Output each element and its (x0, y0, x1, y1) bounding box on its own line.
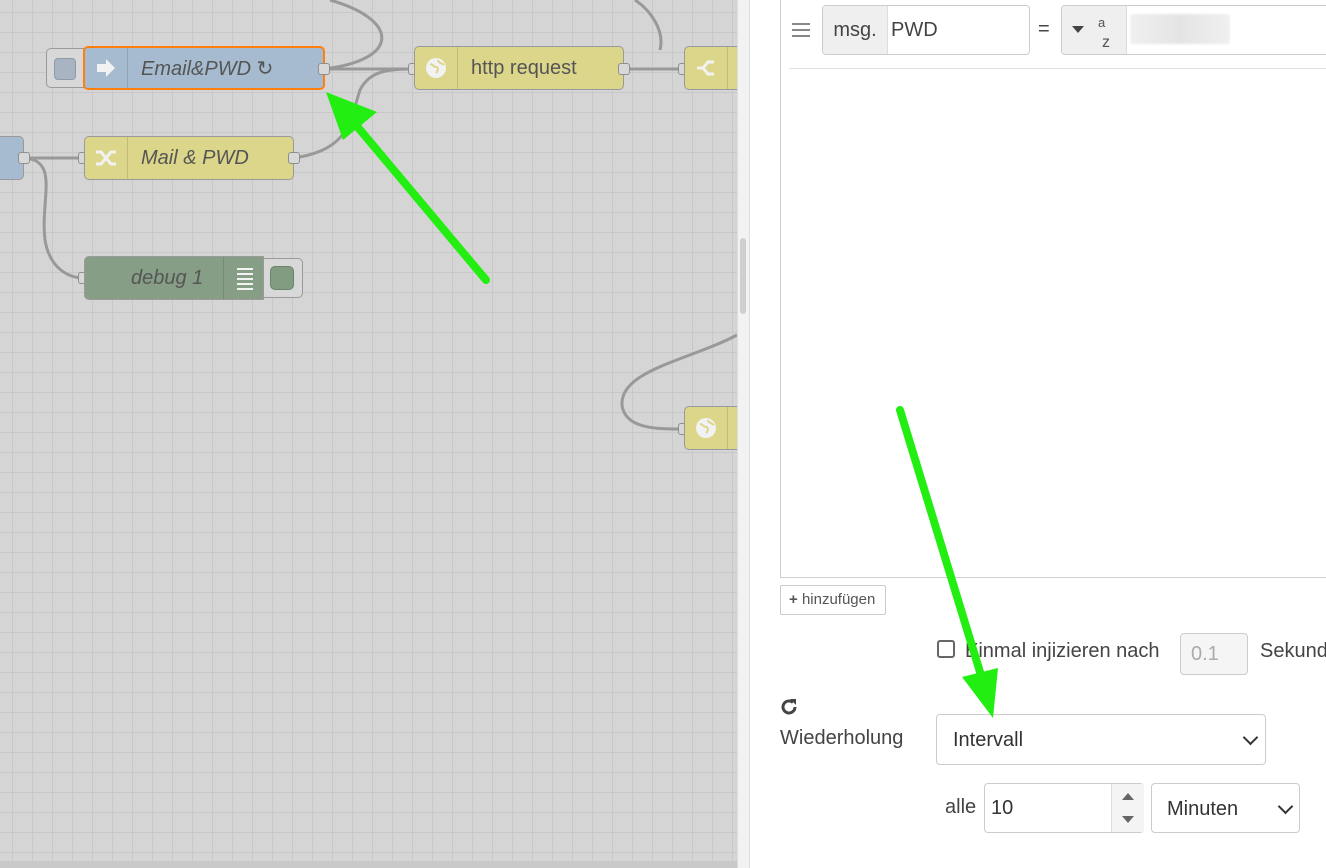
spin-down-icon[interactable] (1122, 816, 1134, 823)
property-value-field[interactable]: az (1061, 5, 1326, 55)
chevron-down-icon (1277, 798, 1294, 815)
switch-node[interactable] (684, 46, 737, 90)
spin-up-icon[interactable] (1122, 793, 1134, 800)
plus-icon: + (789, 591, 798, 608)
wire-inject-top (323, 0, 384, 71)
repeat-label: Wiederholung (780, 727, 904, 749)
interval-value-input[interactable]: 10 (984, 783, 1144, 833)
interval-unit-select[interactable]: Minuten (1151, 783, 1300, 833)
http-request-node[interactable]: http request (414, 46, 624, 90)
globe-icon (685, 407, 728, 449)
output-port[interactable] (18, 152, 30, 164)
interval-unit-value: Minuten (1167, 798, 1239, 820)
inject-once-checkbox[interactable] (937, 640, 955, 658)
add-property-button[interactable]: + hinzufügen (780, 585, 886, 615)
list-icon (223, 257, 266, 299)
debug-toggle-button[interactable] (263, 258, 303, 298)
interval-value: 10 (991, 797, 1014, 819)
msg-prefix-label[interactable]: msg. (823, 6, 888, 54)
value-input-redacted[interactable] (1130, 14, 1230, 44)
property-name-input[interactable]: PWD (891, 6, 938, 54)
property-list (780, 0, 1326, 578)
inject-once-unit-label: Sekunden (1260, 640, 1326, 662)
flow-canvas[interactable]: Email&PWD ↻ http request Mail & PWD debu… (0, 0, 737, 868)
inject-trigger-button[interactable] (46, 48, 84, 88)
node-label: debug 1 (131, 267, 204, 289)
arrow-in-icon (85, 48, 128, 88)
node-label: Mail & PWD (141, 147, 249, 169)
debug-node[interactable]: debug 1 (84, 256, 264, 300)
node-label: http request (471, 57, 577, 79)
value-type-selector[interactable]: az (1062, 6, 1127, 54)
equals-sign: = (1038, 18, 1050, 40)
output-port[interactable] (288, 152, 300, 164)
divider-drag-handle[interactable] (740, 238, 746, 314)
change-node-mail-pwd[interactable]: Mail & PWD (84, 136, 294, 180)
output-port[interactable] (618, 63, 630, 75)
repeat-icon (779, 697, 799, 722)
interval-every-label: alle (945, 796, 977, 818)
inject-once-label: Einmal injizieren nach (965, 640, 1160, 662)
repeat-mode-value: Intervall (953, 729, 1024, 751)
property-name-field[interactable]: msg. PWD (822, 5, 1030, 55)
switch-icon (685, 47, 728, 89)
wire-top-right (634, 0, 663, 51)
inject-node-email-pwd[interactable]: Email&PWD ↻ (83, 46, 325, 90)
drag-handle-icon[interactable] (792, 23, 810, 41)
globe-icon (415, 47, 458, 89)
interval-spinner[interactable] (1111, 784, 1144, 832)
az-string-icon: az (1098, 15, 1110, 52)
shuffle-icon (85, 137, 128, 179)
caret-down-icon (1072, 26, 1084, 33)
repeat-mode-select[interactable]: Intervall (936, 714, 1266, 765)
inject-once-delay-input[interactable]: 0.1 (1180, 633, 1248, 675)
flow-wires (23, 0, 737, 431)
chevron-down-icon (1242, 729, 1259, 746)
canvas-horizontal-scrollbar[interactable] (0, 861, 737, 868)
http-request-node-partial[interactable] (684, 406, 737, 450)
row-separator (789, 68, 1326, 69)
node-label: Email&PWD ↻ (141, 58, 274, 80)
output-port[interactable] (318, 63, 330, 75)
wire-left-debug (23, 156, 85, 280)
add-button-label: hinzufügen (801, 591, 876, 608)
panel-divider[interactable] (737, 0, 750, 868)
